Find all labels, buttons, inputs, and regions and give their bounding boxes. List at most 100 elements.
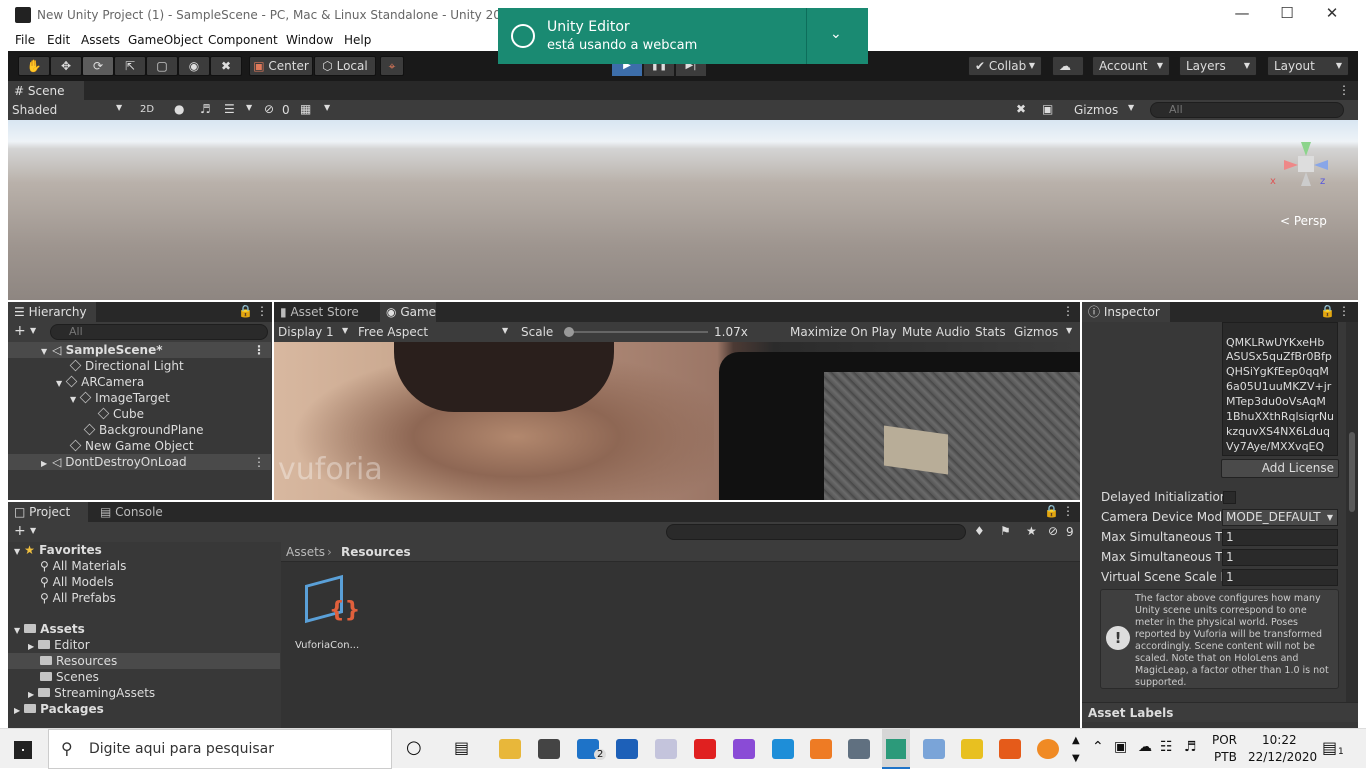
tab-game[interactable]: ◉ Game (380, 302, 436, 322)
add-license-button[interactable]: Add License (1221, 459, 1339, 478)
menu-window[interactable]: Window (286, 33, 333, 47)
project-search-input[interactable] (666, 524, 966, 540)
more-options-icon[interactable]: ⋮ (1338, 304, 1350, 318)
favorite-star-icon[interactable]: ★ (1026, 524, 1037, 538)
tab-scene[interactable]: # Scene (8, 81, 84, 101)
more-options-icon[interactable]: ⋮ (253, 342, 265, 358)
file-explorer-icon[interactable] (499, 739, 521, 759)
add-icon[interactable]: + (14, 523, 26, 539)
filter-label-icon[interactable]: ⚑ (1000, 524, 1011, 538)
cloud-button[interactable]: ☁ (1052, 56, 1084, 76)
camera-device-mode-dropdown[interactable]: MODE_DEFAULT ▼ (1222, 509, 1338, 526)
maximize-on-play-toggle[interactable]: Maximize On Play (790, 325, 897, 339)
lock-icon[interactable]: 🔒 (238, 304, 253, 318)
volume-icon[interactable]: ♬ (1184, 739, 1197, 755)
store-icon[interactable] (538, 739, 560, 759)
gizmos-dropdown[interactable]: Gizmos (1074, 103, 1118, 117)
transform-tool-icon[interactable]: ◉ (178, 56, 210, 76)
grid-snap-icon[interactable]: ⌖ (380, 56, 404, 76)
account-dropdown[interactable]: Account ▼ (1092, 56, 1170, 76)
hierarchy-item-samplescene[interactable]: ▼ ◁ SampleScene* ⋮ (8, 342, 271, 358)
virtual-scene-scale-input[interactable]: 1 (1222, 569, 1338, 586)
unity-taskbar-button[interactable] (882, 729, 910, 769)
2d-toggle[interactable]: 2D (140, 104, 154, 115)
max-sim-objects-input[interactable]: 1 (1222, 549, 1338, 566)
hierarchy-item-directional-light[interactable]: Directional Light (8, 358, 271, 374)
camera-icon[interactable]: ▣ (1042, 102, 1053, 116)
favorites-section[interactable]: ▼ ★ Favorites (8, 542, 271, 558)
scale-tool-icon[interactable]: ⇱ (114, 56, 146, 76)
scale-slider-track[interactable] (564, 331, 708, 333)
asset-labels-bar[interactable]: Asset Labels (1082, 702, 1358, 722)
chevron-down-icon[interactable]: ⌄ (830, 26, 842, 42)
pivot-local-button[interactable]: ⬡ Local (314, 56, 376, 76)
menu-gameobject[interactable]: GameObject (128, 33, 203, 47)
audio-icon[interactable]: ♬ (200, 102, 211, 116)
webcam-tray-icon[interactable]: ▣ (1114, 739, 1127, 755)
layers-dropdown[interactable]: Layers ▼ (1179, 56, 1257, 76)
vscode-icon[interactable] (772, 739, 794, 759)
tools-icon[interactable]: ✖ (1016, 102, 1026, 116)
more-options-icon[interactable]: ⋮ (1062, 304, 1074, 318)
task-view-icon[interactable]: ▤ (454, 738, 469, 757)
clock-date[interactable]: 22/12/2020 (1248, 750, 1317, 764)
show-hidden-icons-icon[interactable]: ⌃ (1092, 739, 1104, 755)
display-dropdown[interactable]: Display 1 (278, 325, 334, 339)
hierarchy-item-cube[interactable]: Cube (8, 406, 271, 422)
grid-toggle-icon[interactable]: ▦ (300, 102, 311, 116)
menu-assets[interactable]: Assets (81, 33, 120, 47)
inspector-scrollbar[interactable] (1346, 322, 1358, 708)
rect-tool-icon[interactable]: ▢ (146, 56, 178, 76)
webcam-notification[interactable]: Unity Editor está usando a webcam ⌄ (498, 8, 868, 64)
hidden-objects-icon[interactable]: ⊘ (264, 102, 274, 116)
app-icon[interactable] (961, 739, 983, 759)
scroll-up-icon[interactable]: ▲ (1072, 735, 1080, 746)
blender-icon[interactable] (1037, 739, 1059, 759)
rotate-tool-icon[interactable]: ⟳ (82, 56, 114, 76)
add-icon[interactable]: + (14, 323, 26, 339)
mute-audio-toggle[interactable]: Mute Audio (902, 325, 970, 339)
hierarchy-item-imagetarget[interactable]: ▼ ImageTarget (8, 390, 271, 406)
scene-search-input[interactable]: All (1150, 102, 1344, 118)
folder-editor[interactable]: ▶ Editor (8, 637, 271, 653)
menu-edit[interactable]: Edit (47, 33, 70, 47)
folder-scenes[interactable]: Scenes (8, 669, 271, 685)
game-viewport[interactable]: vuforia (274, 342, 1080, 500)
cortana-icon[interactable]: ○ (406, 737, 422, 758)
onedrive-icon[interactable]: ☁ (1138, 739, 1152, 755)
windows-start-icon[interactable] (14, 741, 32, 759)
aspect-dropdown[interactable]: Free Aspect (358, 325, 428, 339)
language-code[interactable]: POR (1212, 733, 1237, 747)
move-tool-icon[interactable]: ✥ (50, 56, 82, 76)
visual-studio-icon[interactable] (733, 739, 755, 759)
effects-icon[interactable]: ☰ (224, 102, 235, 116)
delayed-init-checkbox[interactable] (1223, 491, 1236, 504)
tab-console[interactable]: ▤ Console (94, 502, 174, 522)
assets-folder[interactable]: ▼ Assets (8, 621, 271, 637)
animate-icon[interactable] (999, 739, 1021, 759)
stats-toggle[interactable]: Stats (975, 325, 1006, 339)
shading-mode-dropdown[interactable]: Shaded (12, 103, 57, 117)
license-key-field[interactable]: QMKLRwUYKxeHb ASUSx5quZfBr0Bfp QHSiYgKfE… (1222, 322, 1338, 456)
minimize-button[interactable]: — (1220, 4, 1264, 26)
youtube-icon[interactable] (694, 739, 716, 759)
more-options-icon[interactable]: ⋮ (1062, 504, 1074, 518)
paint-icon[interactable] (655, 739, 677, 759)
lock-icon[interactable]: 🔒 (1320, 304, 1335, 318)
github-icon[interactable] (616, 739, 638, 759)
scene-viewport[interactable]: x z < Persp (8, 120, 1358, 300)
maximize-button[interactable]: ☐ (1265, 4, 1309, 26)
xampp-icon[interactable] (810, 739, 832, 759)
game-gizmos-dropdown[interactable]: Gizmos (1014, 325, 1058, 339)
pivot-center-button[interactable]: ▣ Center (249, 56, 313, 76)
collab-dropdown[interactable]: ✔ Collab ▼ (968, 56, 1042, 76)
custom-tool-icon[interactable]: ✖ (210, 56, 242, 76)
hierarchy-item-arcamera[interactable]: ▼ ARCamera (8, 374, 271, 390)
hierarchy-item-backgroundplane[interactable]: BackgroundPlane (8, 422, 271, 438)
folder-streamingassets[interactable]: ▶ StreamingAssets (8, 685, 271, 701)
calculator-icon[interactable] (848, 739, 870, 759)
breadcrumb-assets[interactable]: Assets (286, 545, 325, 559)
scroll-down-icon[interactable]: ▼ (1072, 753, 1080, 764)
wifi-icon[interactable]: ☷ (1160, 739, 1173, 755)
tab-inspector[interactable]: ⓘ Inspector (1082, 302, 1170, 322)
